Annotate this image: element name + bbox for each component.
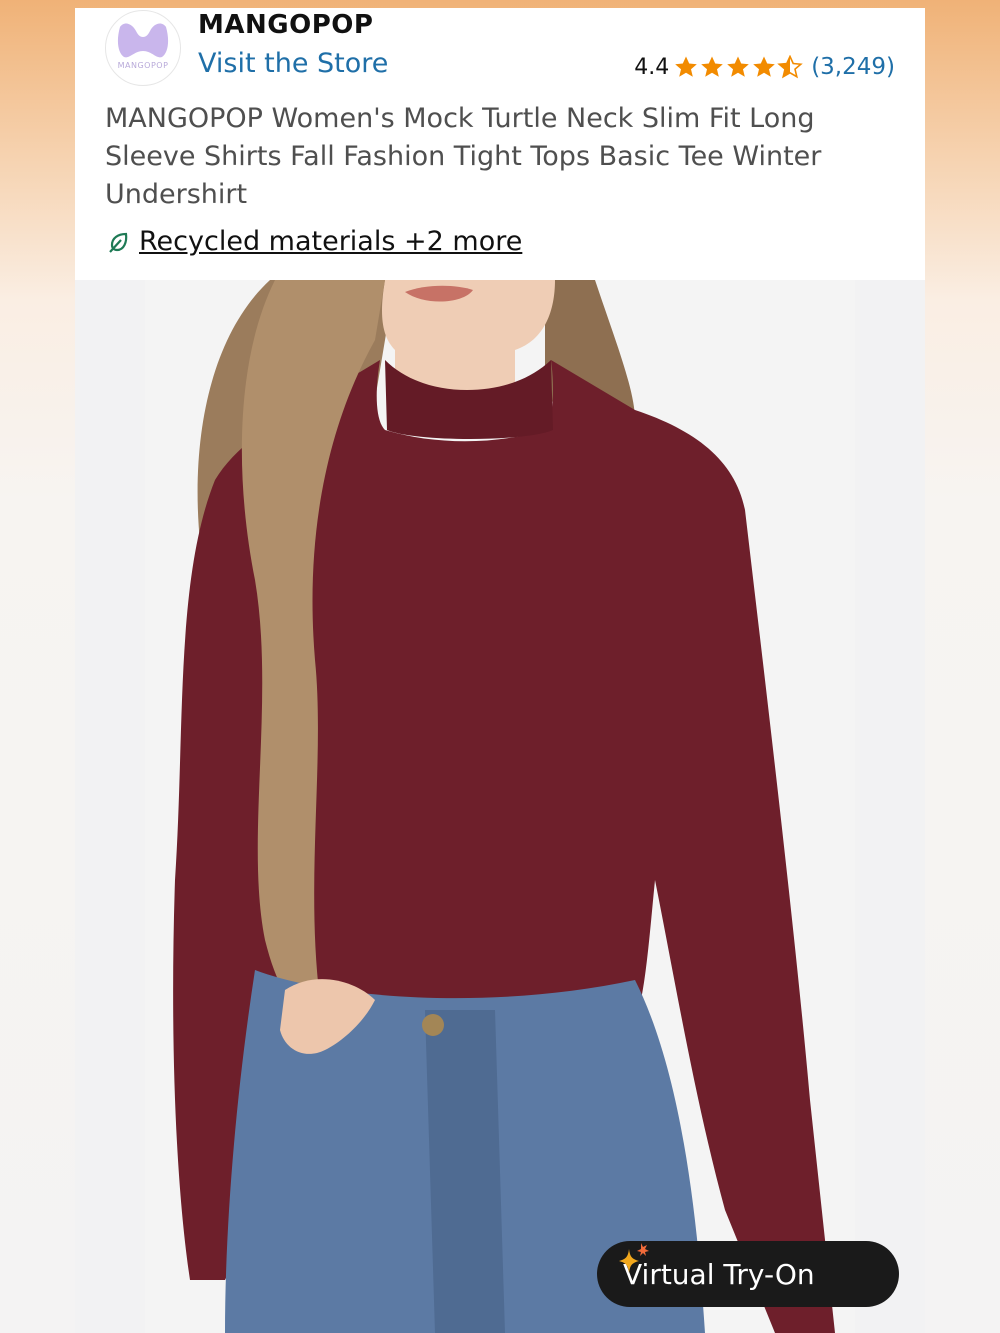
star-full-icon bbox=[701, 56, 724, 77]
star-full-icon bbox=[727, 56, 750, 77]
product-image[interactable]: Virtual Try-On bbox=[75, 280, 925, 1333]
star-rating bbox=[673, 55, 803, 79]
store-name: MANGOPOP bbox=[198, 10, 374, 40]
product-title: MANGOPOP Women's Mock Turtle Neck Slim F… bbox=[105, 103, 822, 210]
virtual-try-on-label: Virtual Try-On bbox=[623, 1257, 815, 1291]
store-logo-mark bbox=[117, 23, 169, 58]
review-count-link[interactable]: (3,249) bbox=[811, 54, 895, 80]
rating-value: 4.4 bbox=[634, 54, 670, 80]
leaf-icon bbox=[109, 232, 128, 253]
sustainability-link[interactable]: Recycled materials +2 more bbox=[107, 226, 522, 257]
star-full-icon bbox=[675, 56, 698, 77]
star-half-icon bbox=[777, 55, 803, 79]
store-logo[interactable]: MANGOPOP bbox=[105, 10, 181, 86]
rating-row[interactable]: 4.4 (3,249) bbox=[634, 52, 895, 82]
store-logo-text: MANGOPOP bbox=[117, 61, 169, 70]
sparkle-icon bbox=[619, 1243, 649, 1273]
star-full-icon bbox=[753, 56, 776, 77]
virtual-try-on-button[interactable]: Virtual Try-On bbox=[597, 1241, 899, 1307]
visit-store-link[interactable]: Visit the Store bbox=[198, 48, 388, 79]
product-photo bbox=[75, 280, 925, 1333]
sustainability-label: Recycled materials +2 more bbox=[139, 226, 523, 257]
product-header: MANGOPOP MANGOPOP Visit the Store 4.4 (3… bbox=[75, 8, 925, 280]
product-card: MANGOPOP MANGOPOP Visit the Store 4.4 (3… bbox=[75, 8, 925, 1333]
